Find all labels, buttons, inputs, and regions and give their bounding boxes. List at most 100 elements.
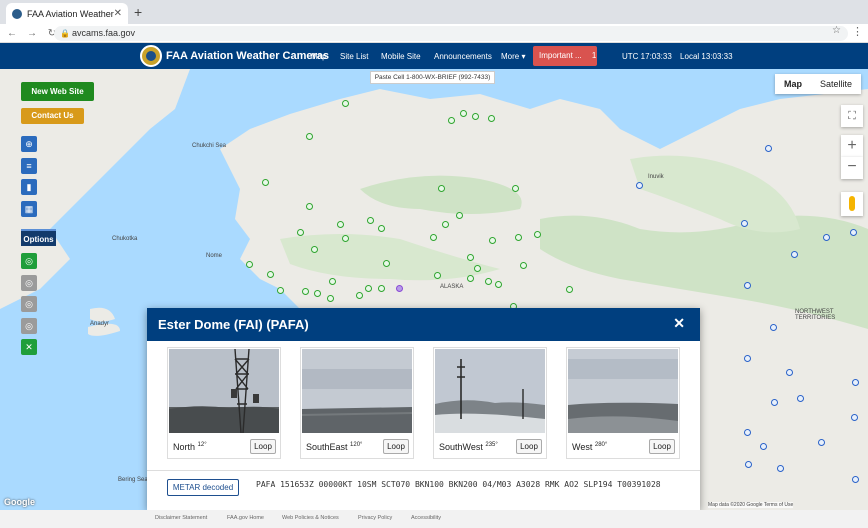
site-marker[interactable] <box>851 414 858 421</box>
site-marker[interactable] <box>520 262 527 269</box>
footer-accessibility[interactable]: Accessibility <box>411 515 441 521</box>
site-marker[interactable] <box>246 261 253 268</box>
site-marker[interactable] <box>262 179 269 186</box>
site-marker[interactable] <box>534 231 541 238</box>
site-marker[interactable] <box>460 110 467 117</box>
layer-toggle-icon[interactable]: ◎ <box>21 296 37 312</box>
zoom-in-icon[interactable]: + <box>841 135 863 157</box>
nav-announcements[interactable]: Announcements <box>434 52 492 61</box>
site-marker[interactable] <box>786 369 793 376</box>
site-marker[interactable] <box>430 234 437 241</box>
browser-tab[interactable]: FAA Aviation Weather Cameras ✕ <box>6 3 128 24</box>
camera-image[interactable] <box>302 349 412 433</box>
site-marker[interactable] <box>495 281 502 288</box>
site-marker[interactable] <box>448 117 455 124</box>
site-marker[interactable] <box>488 115 495 122</box>
browser-menu-icon[interactable]: ⋮ <box>852 25 863 38</box>
layer-toggle-icon[interactable]: ◎ <box>21 275 37 291</box>
expand-icon[interactable]: ✕ <box>21 339 37 355</box>
footer-faa-home[interactable]: FAA.gov Home <box>227 515 264 521</box>
site-marker[interactable] <box>467 254 474 261</box>
site-marker[interactable] <box>744 282 751 289</box>
site-marker[interactable] <box>745 461 752 468</box>
site-marker[interactable] <box>442 221 449 228</box>
site-marker[interactable] <box>485 278 492 285</box>
site-marker[interactable] <box>777 465 784 472</box>
site-marker[interactable] <box>311 246 318 253</box>
bookmark-icon[interactable]: ▮ <box>21 179 37 195</box>
map-attribution[interactable]: Map data ©2020 Google Terms of Use <box>708 502 794 508</box>
loop-button[interactable]: Loop <box>383 439 409 454</box>
street-view-pegman-icon[interactable] <box>841 192 863 216</box>
new-tab-icon[interactable]: + <box>134 4 142 20</box>
camera-image[interactable] <box>568 349 678 433</box>
camera-card-west[interactable]: West 280° Loop <box>566 347 680 459</box>
options-button[interactable]: Options <box>21 229 56 246</box>
site-marker[interactable] <box>327 295 334 302</box>
site-marker[interactable] <box>383 260 390 267</box>
site-marker[interactable] <box>823 234 830 241</box>
site-marker[interactable] <box>744 355 751 362</box>
site-marker[interactable] <box>456 212 463 219</box>
site-title[interactable]: FAA Aviation Weather Cameras <box>166 50 329 62</box>
site-marker[interactable] <box>297 229 304 236</box>
camera-image[interactable] <box>435 349 545 433</box>
site-marker[interactable] <box>342 100 349 107</box>
footer-web-policies[interactable]: Web Policies & Notices <box>282 515 339 521</box>
layer-toggle-icon[interactable]: ◎ <box>21 253 37 269</box>
site-marker[interactable] <box>512 185 519 192</box>
loop-button[interactable]: Loop <box>250 439 276 454</box>
nav-map[interactable]: Map <box>311 52 327 61</box>
site-marker[interactable] <box>329 278 336 285</box>
bookmark-star-icon[interactable]: ☆ <box>832 25 841 36</box>
loop-button[interactable]: Loop <box>516 439 542 454</box>
url-field[interactable]: 🔒 avcams.faa.gov <box>54 26 848 41</box>
site-marker[interactable] <box>472 113 479 120</box>
site-marker[interactable] <box>797 395 804 402</box>
site-marker[interactable] <box>760 443 767 450</box>
site-marker[interactable] <box>636 182 643 189</box>
site-marker[interactable] <box>378 285 385 292</box>
site-marker[interactable] <box>434 272 441 279</box>
forward-icon[interactable]: → <box>24 28 40 39</box>
site-marker[interactable] <box>342 235 349 242</box>
zoom-out-icon[interactable]: − <box>841 157 863 179</box>
site-marker[interactable] <box>302 288 309 295</box>
site-marker[interactable] <box>744 429 751 436</box>
site-marker[interactable] <box>770 324 777 331</box>
map-type-map[interactable]: Map <box>775 74 811 94</box>
new-web-site-button[interactable]: New Web Site <box>21 82 94 101</box>
site-marker[interactable] <box>818 439 825 446</box>
site-marker[interactable] <box>791 251 798 258</box>
contact-us-button[interactable]: Contact Us <box>21 108 84 124</box>
site-marker[interactable] <box>367 217 374 224</box>
site-marker[interactable] <box>467 275 474 282</box>
site-marker[interactable] <box>741 220 748 227</box>
camera-card-southeast[interactable]: SouthEast 120° Loop <box>300 347 414 459</box>
close-tab-icon[interactable]: ✕ <box>114 8 122 19</box>
footer-disclaimer[interactable]: Disclaimer Statement <box>155 515 207 521</box>
layer-toggle-icon[interactable]: ◎ <box>21 318 37 334</box>
site-marker[interactable] <box>306 133 313 140</box>
site-marker[interactable] <box>852 379 859 386</box>
site-marker[interactable] <box>850 229 857 236</box>
camera-image[interactable] <box>169 349 279 433</box>
site-marker[interactable] <box>765 145 772 152</box>
map-type-satellite[interactable]: Satellite <box>811 74 861 94</box>
site-marker[interactable] <box>267 271 274 278</box>
site-marker[interactable] <box>566 286 573 293</box>
camera-card-north[interactable]: North 12° Loop <box>167 347 281 459</box>
calendar-icon[interactable]: ▦ <box>21 201 37 217</box>
back-icon[interactable]: ← <box>4 28 20 39</box>
important-button[interactable]: Important ... 1 <box>533 46 597 66</box>
site-marker[interactable] <box>365 285 372 292</box>
site-marker[interactable] <box>306 203 313 210</box>
nav-more[interactable]: More ▾ <box>501 52 525 61</box>
selected-site-marker[interactable] <box>396 285 403 292</box>
site-marker[interactable] <box>356 292 363 299</box>
list-icon[interactable]: ≡ <box>21 158 37 174</box>
fullscreen-icon[interactable]: ⛶ <box>841 105 863 127</box>
site-marker[interactable] <box>277 287 284 294</box>
close-icon[interactable]: ✕ <box>673 315 685 332</box>
site-marker[interactable] <box>438 185 445 192</box>
